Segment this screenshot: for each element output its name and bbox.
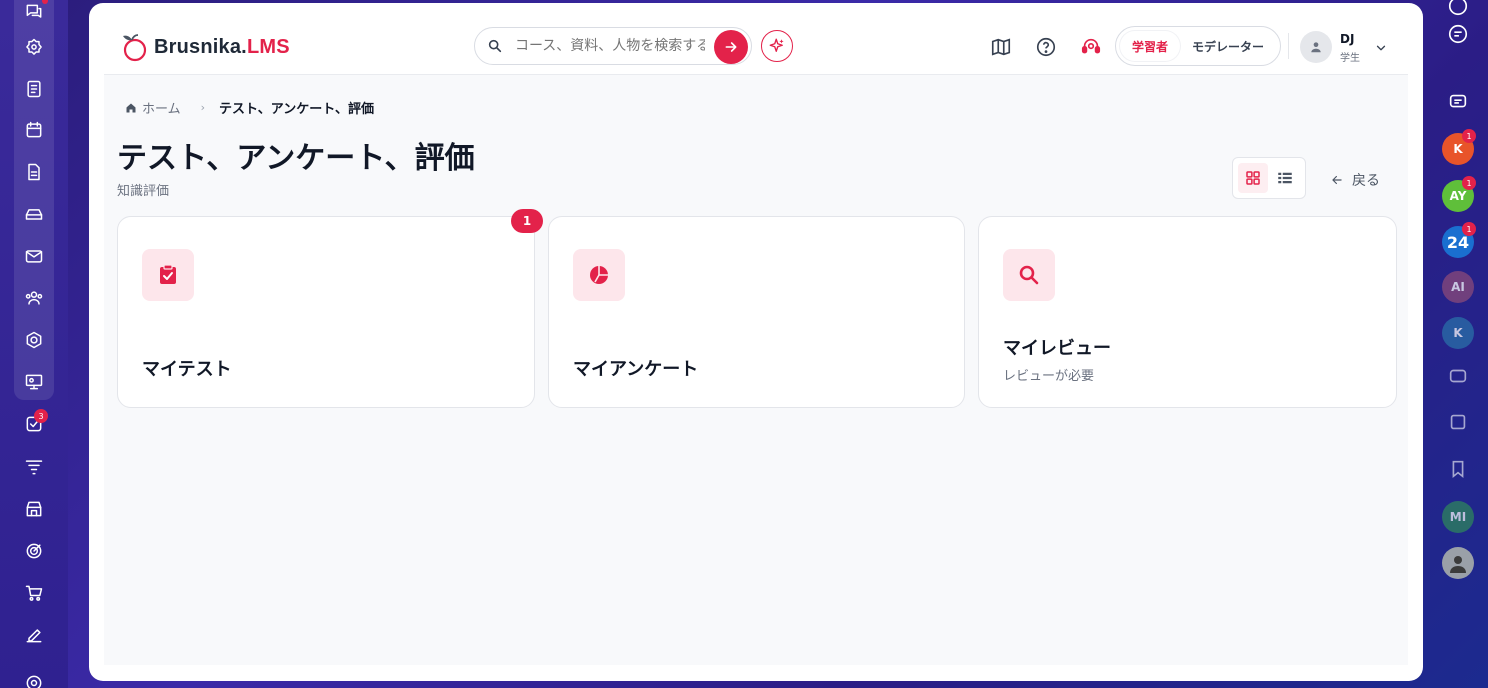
badge-icon[interactable] [22, 328, 46, 352]
video-icon[interactable] [1444, 362, 1472, 390]
home-icon [126, 103, 136, 112]
person-icon [1311, 42, 1321, 53]
role-learner-button[interactable]: 学習者 [1120, 31, 1180, 61]
user-avatar[interactable] [1300, 31, 1332, 63]
support-headset-icon[interactable] [1080, 36, 1102, 58]
filter-icon[interactable] [22, 455, 46, 479]
card-title: マイアンケート [573, 359, 699, 380]
gear-star-icon[interactable] [22, 35, 46, 59]
left-nav-rail: 3 [0, 0, 68, 688]
contact-avatar[interactable]: K [1442, 317, 1474, 349]
list-icon [1278, 172, 1292, 184]
clipboard-check-icon [160, 264, 176, 284]
messages-icon[interactable] [1444, 88, 1472, 116]
map-icon[interactable] [990, 36, 1012, 58]
contact-avatar[interactable]: AI [1442, 271, 1474, 303]
berry-logo-icon [123, 34, 147, 62]
app-logo[interactable]: Brusnika.LMS [118, 31, 290, 63]
card-badge: 1 [511, 209, 543, 233]
storage-icon[interactable] [22, 202, 46, 226]
view-toggle [1232, 157, 1306, 199]
page-title: テスト、アンケート、評価 [117, 141, 475, 176]
card-icon-wrapper [142, 249, 194, 301]
search-submit-button[interactable] [714, 30, 748, 64]
card-my-surveys[interactable]: マイアンケート [548, 216, 965, 408]
contact-badge: 1 [1462, 222, 1476, 236]
breadcrumb-current: テスト、アンケート、評価 [219, 102, 374, 117]
card-title: マイレビュー [1003, 338, 1111, 359]
role-moderator-button[interactable]: モデレーター [1180, 31, 1276, 61]
settings-icon[interactable] [22, 671, 46, 688]
main-window: Brusnika.LMS 学習者 モデレーター DJ 学生 [89, 3, 1423, 681]
calendar-icon[interactable] [22, 118, 46, 142]
file-icon[interactable] [22, 160, 46, 184]
grid-icon [1246, 171, 1260, 185]
help-icon[interactable] [1035, 36, 1057, 58]
grid-icon[interactable] [1444, 408, 1472, 436]
user-initials: DJ [1340, 32, 1355, 46]
search-input[interactable] [515, 36, 705, 56]
pie-chart-icon [590, 266, 608, 284]
card-subtitle: レビューが必要 [1003, 369, 1095, 384]
chevron-down-icon[interactable] [1374, 41, 1388, 55]
users-icon[interactable] [22, 286, 46, 310]
card-title: マイテスト [142, 359, 232, 380]
search-icon [488, 39, 502, 53]
cart-icon[interactable] [22, 581, 46, 605]
edit-icon[interactable] [22, 623, 46, 647]
ai-assistant-button[interactable] [761, 30, 793, 62]
presentation-icon[interactable] [22, 370, 46, 394]
breadcrumb-separator: › [200, 101, 206, 114]
card-my-tests[interactable]: マイテスト 1 [117, 209, 543, 408]
page-subtitle: 知識評価 [117, 184, 170, 199]
user-role: 学生 [1340, 53, 1360, 64]
grid-view-button[interactable] [1238, 163, 1268, 193]
document-list-icon[interactable] [22, 77, 46, 101]
breadcrumb-home[interactable]: ホーム [142, 98, 181, 117]
sparkle-icon [769, 38, 784, 52]
card-icon-wrapper [1003, 249, 1055, 301]
user-photo-avatar[interactable] [1442, 547, 1474, 579]
translate-icon[interactable] [1444, 20, 1472, 48]
chat-icon[interactable] [22, 0, 46, 24]
mail-icon[interactable] [22, 244, 46, 268]
card-icon-wrapper [573, 249, 625, 301]
card-grid: マイテスト 1 マイアンケート マイレビュー レビューが必要 [117, 209, 1397, 408]
arrow-left-icon [1332, 175, 1342, 185]
main-content: ホーム › テスト、アンケート、評価 テスト、アンケート、評価 知識評価 戻る [104, 75, 1408, 665]
contact-badge: 1 [1462, 176, 1476, 190]
role-switch: 学習者 モデレーター [1115, 26, 1281, 66]
bookmark-icon[interactable] [1444, 455, 1472, 483]
card-my-reviews[interactable]: マイレビュー レビューが必要 [978, 216, 1397, 408]
tasks-badge: 3 [34, 409, 48, 423]
divider [1288, 33, 1289, 59]
target-icon[interactable] [22, 539, 46, 563]
list-view-button[interactable] [1270, 163, 1300, 193]
contact-badge: 1 [1462, 129, 1476, 143]
contact-avatar[interactable]: MI [1442, 501, 1474, 533]
person-icon [1450, 556, 1466, 573]
store-icon[interactable] [22, 497, 46, 521]
search-bar [474, 27, 752, 65]
chat-icon[interactable] [1444, 0, 1472, 20]
breadcrumb: ホーム › テスト、アンケート、評価 [125, 98, 374, 117]
back-label: 戻る [1352, 173, 1380, 189]
top-bar: Brusnika.LMS 学習者 モデレーター DJ 学生 [104, 3, 1408, 75]
app-name: Brusnika.LMS [154, 35, 290, 58]
back-button[interactable]: 戻る [1330, 170, 1380, 190]
arrow-right-icon [725, 42, 737, 52]
search-icon [1019, 265, 1039, 285]
